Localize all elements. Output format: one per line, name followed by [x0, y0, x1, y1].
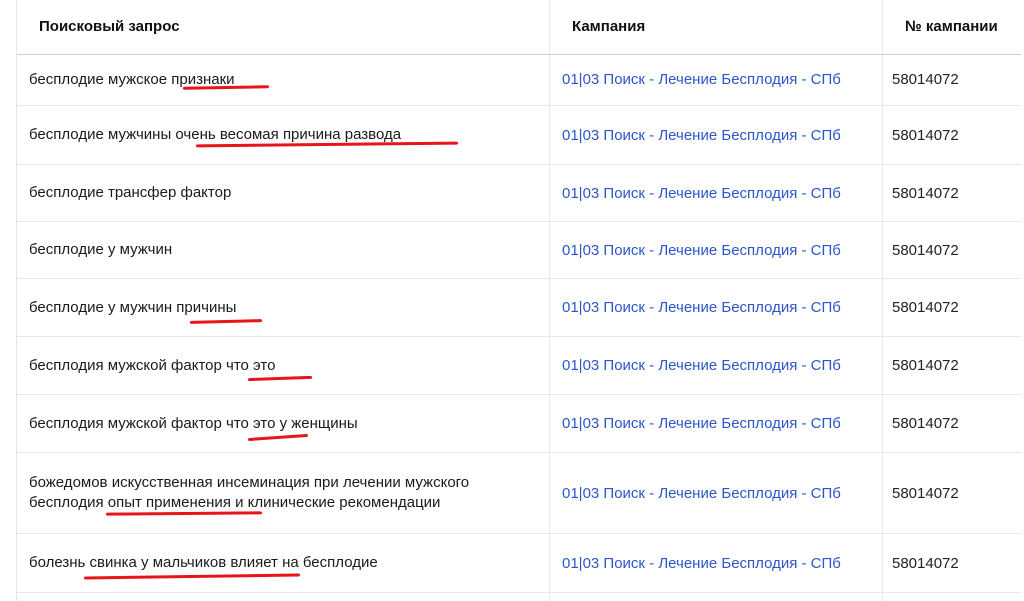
table-row: божедомов искусственная инсеминация при … [17, 453, 1021, 534]
campaign-number: 58014072 [892, 184, 959, 202]
query-cell: бесплодия мужской фактор что это [29, 356, 276, 374]
query-cell: божедомов искусственная инсеминация при … [29, 474, 470, 511]
campaign-link[interactable]: 01|03 Поиск - Лечение Бесплодия - СПб [562, 453, 882, 533]
header-campaign[interactable]: Кампания [572, 0, 645, 54]
query-cell: болезнь свинка у мальчиков влияет на бес… [29, 554, 378, 571]
query-cell: бесплодие у мужчин причины [29, 298, 237, 316]
campaign-number: 58014072 [892, 484, 959, 502]
table-row: бесплодия мужской фактор что это 01|03 П… [17, 337, 1021, 395]
campaign-link[interactable]: 01|03 Поиск - Лечение Бесплодия - СПб [562, 54, 882, 105]
campaign-number: 58014072 [892, 299, 959, 316]
campaign-number: 58014072 [892, 554, 959, 572]
table-row: бесплодия мужской фактор что это у женщи… [17, 395, 1021, 453]
table-row: болезнь свинка у мальчиков влияет на бес… [17, 534, 1021, 593]
campaign-number: 58014072 [892, 357, 959, 374]
table-header: Поисковый запрос Кампания № кампании [17, 0, 1021, 55]
campaign-number: 58014072 [892, 71, 959, 88]
header-query[interactable]: Поисковый запрос [39, 0, 180, 54]
query-cell: бесплодие трансфер фактор [29, 184, 232, 201]
campaign-link[interactable]: 01|03 Поиск - Лечение Бесплодия - СПб [562, 279, 882, 336]
table-row: бесплодие у мужчин 01|03 Поиск - Лечение… [17, 222, 1021, 279]
campaign-link[interactable]: 01|03 Поиск - Лечение Бесплодия - СПб [562, 534, 882, 592]
campaign-link[interactable]: 01|03 Поиск - Лечение Бесплодия - СПб [562, 395, 882, 452]
campaign-link[interactable]: 01|03 Поиск - Лечение Бесплодия - СПб [562, 106, 882, 164]
query-cell: бесплодие мужское признаки [29, 70, 235, 88]
table-row: бесплодие мужское признаки 01|03 Поиск -… [17, 54, 1021, 106]
campaign-number: 58014072 [892, 415, 959, 432]
campaign-number: 58014072 [892, 241, 959, 259]
table-row: бесплодие мужчины очень весомая причина … [17, 106, 1021, 165]
table-row: бесплодие у мужчин причины 01|03 Поиск -… [17, 279, 1021, 337]
search-queries-table: Поисковый запрос Кампания № кампании бес… [16, 0, 1021, 601]
campaign-link[interactable]: 01|03 Поиск - Лечение Бесплодия - СПб [562, 337, 882, 394]
query-cell: бесплодие мужчины очень весомая причина … [29, 126, 402, 143]
table-row: бесплодие трансфер фактор 01|03 Поиск - … [17, 165, 1021, 222]
query-cell: бесплодия мужской фактор что это у женщи… [29, 414, 358, 432]
query-cell: бесплодие у мужчин [29, 241, 173, 258]
campaign-link[interactable]: 01|03 Поиск - Лечение Бесплодия - СПб [562, 222, 882, 278]
header-campaign-number[interactable]: № кампании [905, 0, 998, 54]
campaign-link[interactable]: 01|03 Поиск - Лечение Бесплодия - СПб [562, 165, 882, 221]
campaign-number: 58014072 [892, 126, 959, 144]
